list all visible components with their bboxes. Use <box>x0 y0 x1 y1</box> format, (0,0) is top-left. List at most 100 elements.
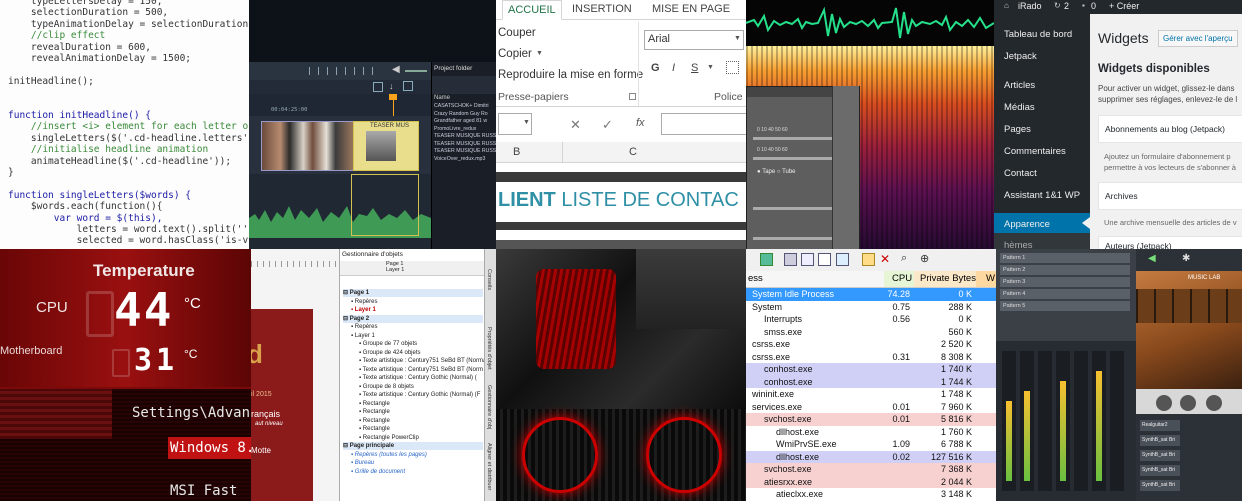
project-file[interactable]: CASATSCHOK+ Dimitri <box>434 103 489 109</box>
process-row[interactable]: smss.exe 560 K <box>746 326 996 339</box>
object-tree-row[interactable]: ▪ Layer 1 <box>351 332 375 340</box>
speaker-icon[interactable]: ◀ <box>1148 253 1156 264</box>
tab-accueil[interactable]: ACCUEIL <box>502 0 562 20</box>
process-row[interactable]: svchost.exe 0.01 5 816 K <box>746 413 996 426</box>
widget-authors[interactable]: Auteurs (Jetpack) <box>1098 236 1242 249</box>
knob-1[interactable] <box>1156 395 1172 411</box>
object-tree-row[interactable]: ⊟ Page 2 <box>343 314 483 323</box>
process-row[interactable]: services.exe 0.01 7 960 K <box>746 401 996 414</box>
grid-icon[interactable] <box>373 82 383 92</box>
clip-yellow[interactable]: TEASER MUS <box>353 121 419 171</box>
underline-button[interactable]: S <box>691 62 698 74</box>
radio-tube-dot[interactable]: ○ <box>777 169 781 175</box>
cut-button[interactable]: Couper <box>498 27 536 39</box>
object-tree-row[interactable]: ⊟ Page principale <box>343 442 483 450</box>
sidebar-item-comments[interactable]: Commentaires <box>1004 146 1066 157</box>
object-tree-row[interactable]: ▪ Repères <box>351 323 377 331</box>
object-tree-row[interactable]: ▪ Repères <box>351 298 377 306</box>
object-tree-row[interactable]: ▪ Texte artistique : Century751 SeBd BT … <box>359 366 483 374</box>
sidebar-item-assistant[interactable]: Assistant 1&1 WP <box>1004 190 1080 201</box>
widget-subscriptions[interactable]: Abonnements au blog (Jetpack) <box>1098 115 1242 143</box>
channel-label[interactable]: SynthB_sat Bri <box>1140 435 1180 446</box>
manage-preview-button[interactable]: Gérer avec l'aperçu <box>1158 30 1238 47</box>
object-tree-row[interactable]: ▪ Texte artistique : Century Gothic (Nor… <box>359 391 480 399</box>
sidebar-item-themes[interactable]: hèmes <box>1004 240 1033 249</box>
process-row[interactable]: svchost.exe 7 368 K <box>746 463 996 476</box>
cancel-icon[interactable]: ✕ <box>570 117 581 133</box>
name-box[interactable]: ▼ <box>498 113 532 135</box>
object-tree-row[interactable]: ▪ Groupe de 8 objets <box>359 383 414 391</box>
format-painter-button[interactable]: Reproduire la mise en forme <box>498 69 643 81</box>
site-name[interactable]: iRado <box>1018 1 1042 11</box>
project-file[interactable]: Crazy Random Guy Ro <box>434 111 488 117</box>
clip-thumb[interactable] <box>261 121 355 171</box>
sheet-heading[interactable]: LIENT LISTE DE CONTAC <box>498 189 739 212</box>
bold-button[interactable]: G <box>651 62 660 74</box>
kill-icon[interactable]: ✕ <box>880 252 890 266</box>
notifications-icon[interactable]: ▪ <box>1082 1 1085 10</box>
tab-insertion[interactable]: INSERTION <box>572 0 632 18</box>
process-list[interactable]: System Idle Process 74.28 0 K System 0.75 288… <box>746 288 996 501</box>
copy-button[interactable]: Copier <box>498 48 532 60</box>
target-icon[interactable]: ⊕ <box>920 252 929 265</box>
settings-icon[interactable]: ✱ <box>1182 253 1190 264</box>
pattern-slot[interactable]: Pattern 4 <box>1000 289 1130 299</box>
italic-button[interactable]: I <box>672 62 675 74</box>
speaker-icon[interactable]: ◀ <box>392 64 400 75</box>
tab-mise-en-page[interactable]: MISE EN PAGE <box>652 0 730 18</box>
bios-os-item[interactable]: Windows 8. <box>170 440 251 456</box>
window-icon[interactable] <box>818 253 831 266</box>
notifications-count[interactable]: 0 <box>1091 1 1096 11</box>
process-row[interactable]: atieclxx.exe 3 148 K <box>746 488 996 501</box>
sidebar-item-dashboard[interactable]: Tableau de bord <box>1004 29 1072 40</box>
mixer-strip-7[interactable] <box>1110 351 1124 491</box>
pattern-slot[interactable]: Pattern 3 <box>1000 277 1130 287</box>
borders-icon[interactable] <box>726 61 739 74</box>
pattern-slot[interactable]: Pattern 5 <box>1000 301 1130 311</box>
object-tree-row[interactable]: ▪ Texte artistique : Century751 SeBd BT … <box>359 357 486 365</box>
object-tree-row[interactable]: ⊟ Page 1 <box>343 289 483 297</box>
video-track[interactable]: TEASER MUS <box>249 116 431 174</box>
process-row[interactable]: conhost.exe 1 744 K <box>746 375 996 388</box>
arrow-icon[interactable]: ↓ <box>389 81 394 91</box>
channel-label[interactable]: SynthB_sat Bri <box>1140 450 1180 461</box>
channel-label[interactable]: SynthB_sat Bri <box>1140 465 1180 476</box>
docker-tab[interactable]: Conseils <box>486 269 492 323</box>
object-tree-row[interactable]: ▪ Rectangle <box>359 400 390 408</box>
dll-icon[interactable] <box>836 253 849 266</box>
pattern-slot[interactable]: Pattern 1 <box>1000 253 1130 263</box>
new-button[interactable]: + Créer <box>1109 1 1139 11</box>
object-tree-row[interactable]: ▪ Groupe de 424 objets <box>359 349 421 357</box>
timeline-ruler[interactable]: 00:04:25:00 <box>249 94 431 191</box>
underline-dropdown-icon[interactable]: ▼ <box>707 64 714 71</box>
process-row[interactable]: wininit.exe 1 748 K <box>746 388 996 401</box>
refresh-icon[interactable] <box>760 253 773 266</box>
function-icon[interactable]: fx <box>636 117 645 129</box>
copy-dropdown-icon[interactable]: ▼ <box>536 50 543 57</box>
col-cpu[interactable]: CPU <box>892 273 912 284</box>
process-row[interactable]: csrss.exe 0.31 8 308 K <box>746 351 996 364</box>
properties-icon[interactable] <box>862 253 875 266</box>
volume-slider[interactable] <box>405 70 427 72</box>
sidebar-item-contact[interactable]: Contact <box>1004 168 1037 179</box>
object-tree-row[interactable]: ▪ Repères (toutes les pages) <box>351 451 427 459</box>
project-file[interactable]: VoiceOver_redux.mp3 <box>434 156 485 162</box>
knob-2[interactable] <box>1180 395 1196 411</box>
name-box-dropdown-icon[interactable]: ▼ <box>523 119 530 126</box>
comments-icon[interactable]: ↻ <box>1054 1 1061 10</box>
comments-count[interactable]: 2 <box>1064 1 1069 11</box>
bios-fastboot-item[interactable]: MSI Fast <box>170 483 237 499</box>
process-row[interactable]: System 0.75 288 K <box>746 301 996 314</box>
process-row[interactable]: atiesrxx.exe 2 044 K <box>746 475 996 488</box>
process-row[interactable]: dllhost.exe 1 760 K <box>746 426 996 439</box>
project-file[interactable]: TEASER MUSIQUE RUSS <box>434 133 496 139</box>
channel-label[interactable]: SynthB_sat Bri <box>1140 480 1180 491</box>
system-info-icon[interactable] <box>784 253 797 266</box>
chevron-down-icon[interactable]: ▼ <box>734 35 741 42</box>
mixer-strip-3[interactable] <box>1038 351 1052 491</box>
process-row[interactable]: System Idle Process 74.28 0 K <box>746 288 996 301</box>
fit-icon[interactable] <box>403 81 413 91</box>
docker-tab[interactable]: Gestionnaire d'obj <box>486 385 492 439</box>
knob-3[interactable] <box>1206 395 1222 411</box>
col-private-bytes[interactable]: Private Bytes <box>920 273 976 284</box>
